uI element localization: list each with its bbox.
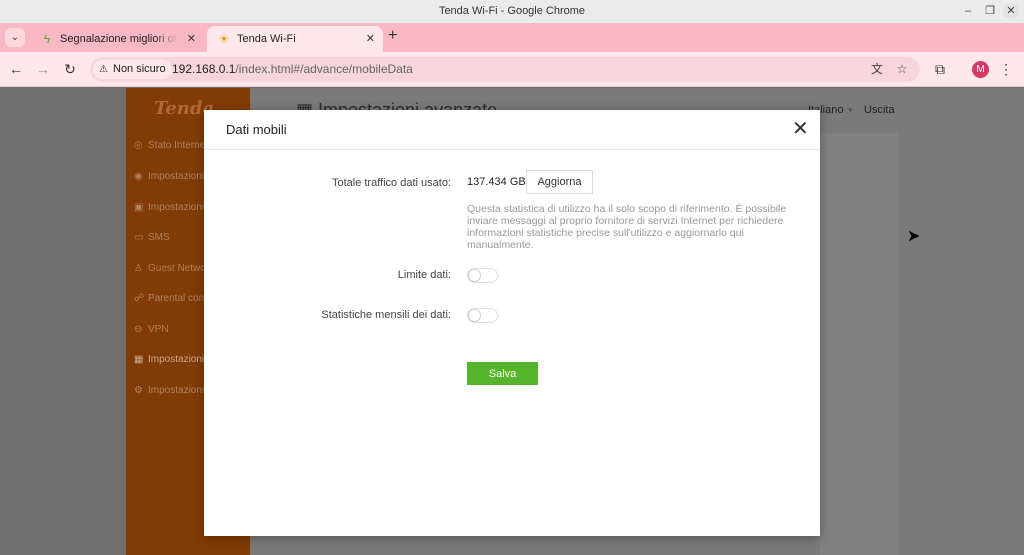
- tab-offers[interactable]: ϟ Segnalazione migliori offerte ✕: [30, 26, 204, 52]
- sms-icon: ▭: [134, 232, 144, 243]
- save-button[interactable]: Salva: [467, 362, 538, 385]
- sidebar-item-label: Stato Internet: [148, 140, 209, 151]
- sidebar-item-vpn[interactable]: ⊖ VPN: [134, 324, 214, 342]
- sidebar-item-guest-network[interactable]: ♙ Guest Network: [134, 263, 214, 281]
- toggle-knob: [468, 309, 481, 322]
- sidebar-item-label: VPN: [148, 324, 169, 335]
- sidebar-item-system-settings[interactable]: ⚙Impostazioni sistema: [134, 385, 214, 403]
- toggle-knob: [468, 269, 481, 282]
- url-host: 192.168.0.1: [172, 62, 236, 76]
- warning-icon: ⚠: [99, 64, 108, 75]
- tenda-icon: ☀: [218, 32, 230, 46]
- forward-arrow-icon[interactable]: →: [34, 60, 52, 78]
- refresh-button[interactable]: Aggiorna: [526, 170, 593, 194]
- tab-label: Segnalazione migliori offerte: [60, 33, 178, 45]
- close-icon[interactable]: ✕: [792, 119, 809, 139]
- close-window-icon[interactable]: ✕: [1003, 3, 1019, 19]
- data-limit-toggle[interactable]: [467, 268, 498, 283]
- content-card: [820, 133, 898, 555]
- tab-close-icon[interactable]: ✕: [187, 26, 196, 52]
- restore-icon[interactable]: ❐: [982, 3, 998, 19]
- tab-search-chevron-icon[interactable]: ⌄: [5, 28, 25, 47]
- traffic-value: 137.434 GB: [467, 176, 526, 188]
- sidebar-item-label: SMS: [148, 232, 170, 243]
- back-arrow-icon[interactable]: ←: [7, 60, 25, 78]
- data-limit-label: Limite dati:: [397, 269, 451, 281]
- extensions-puzzle-icon[interactable]: ⧉: [931, 60, 949, 78]
- security-chip[interactable]: ⚠ Non sicuro: [93, 60, 172, 79]
- new-tab-plus-icon[interactable]: +: [388, 27, 397, 45]
- security-label: Non sicuro: [113, 63, 166, 75]
- vpn-icon: ⊖: [134, 324, 143, 335]
- bookmark-star-icon[interactable]: ☆: [894, 61, 910, 77]
- mouse-cursor-icon: ➤: [907, 228, 921, 245]
- monthly-stats-label: Statistiche mensili dei dati:: [321, 309, 451, 321]
- mobile-data-dialog: Dati mobili ✕ Totale traffico dati usato…: [204, 110, 820, 536]
- guest-icon: ♙: [134, 263, 143, 274]
- browser-toolbar: ← → ↻ ⚠ Non sicuro 192.168.0.1/index.htm…: [0, 52, 1024, 87]
- dialog-title: Dati mobili: [226, 122, 287, 137]
- tab-close-icon[interactable]: ✕: [366, 26, 375, 52]
- lightning-icon: ϟ: [43, 32, 51, 46]
- window-titlebar: Tenda Wi-Fi - Google Chrome – ❐ ✕: [0, 0, 1024, 23]
- wifi-icon: ▣: [134, 202, 144, 213]
- url-path: /index.html#/advance/mobileData: [235, 62, 413, 76]
- caret-down-icon: ▼: [846, 106, 855, 115]
- url-text[interactable]: 192.168.0.1/index.html#/advance/mobileDa…: [172, 57, 413, 82]
- tab-tenda[interactable]: ☀ Tenda Wi-Fi ✕: [207, 26, 383, 52]
- minimize-icon[interactable]: –: [960, 3, 976, 19]
- sidebar-item-parental-control[interactable]: ☍ Parental control: [134, 293, 214, 311]
- sidebar-item-wifi-settings[interactable]: ▣Impostazioni Wi-Fi: [134, 202, 214, 220]
- sidebar-item-internet-settings[interactable]: ◉Impostazioni Internet: [134, 171, 214, 189]
- dialog-header: Dati mobili ✕: [204, 110, 820, 150]
- logout-link[interactable]: Uscita: [864, 104, 895, 116]
- monthly-stats-toggle[interactable]: [467, 308, 498, 323]
- system-icon: ⚙: [134, 385, 143, 396]
- sidebar-item-sms[interactable]: ▭ SMS: [134, 232, 214, 250]
- profile-avatar[interactable]: M: [972, 61, 989, 78]
- reload-icon[interactable]: ↻: [61, 60, 79, 78]
- kebab-menu-icon[interactable]: ⋮: [997, 60, 1015, 78]
- sidebar-item-internet-status[interactable]: ◎ Stato Internet: [134, 140, 214, 158]
- tab-label: Tenda Wi-Fi: [237, 33, 296, 45]
- address-bar[interactable]: ⚠ Non sicuro 192.168.0.1/index.html#/adv…: [90, 57, 920, 82]
- usage-help-text: Questa statistica di utilizzo ha il solo…: [467, 203, 787, 251]
- sidebar-item-advanced-settings[interactable]: ▦Impostazioni avanzate: [134, 354, 214, 372]
- traffic-label: Totale traffico dati usato:: [331, 177, 451, 189]
- globe-icon: ◎: [134, 140, 143, 151]
- settings-icon: ◉: [134, 171, 143, 182]
- translate-icon[interactable]: 文: [869, 61, 885, 77]
- window-title: Tenda Wi-Fi - Google Chrome: [438, 5, 586, 17]
- grid-icon: ▦: [134, 354, 144, 365]
- tab-strip: ⌄ ϟ Segnalazione migliori offerte ✕ ☀ Te…: [0, 23, 1024, 52]
- parental-icon: ☍: [134, 293, 145, 304]
